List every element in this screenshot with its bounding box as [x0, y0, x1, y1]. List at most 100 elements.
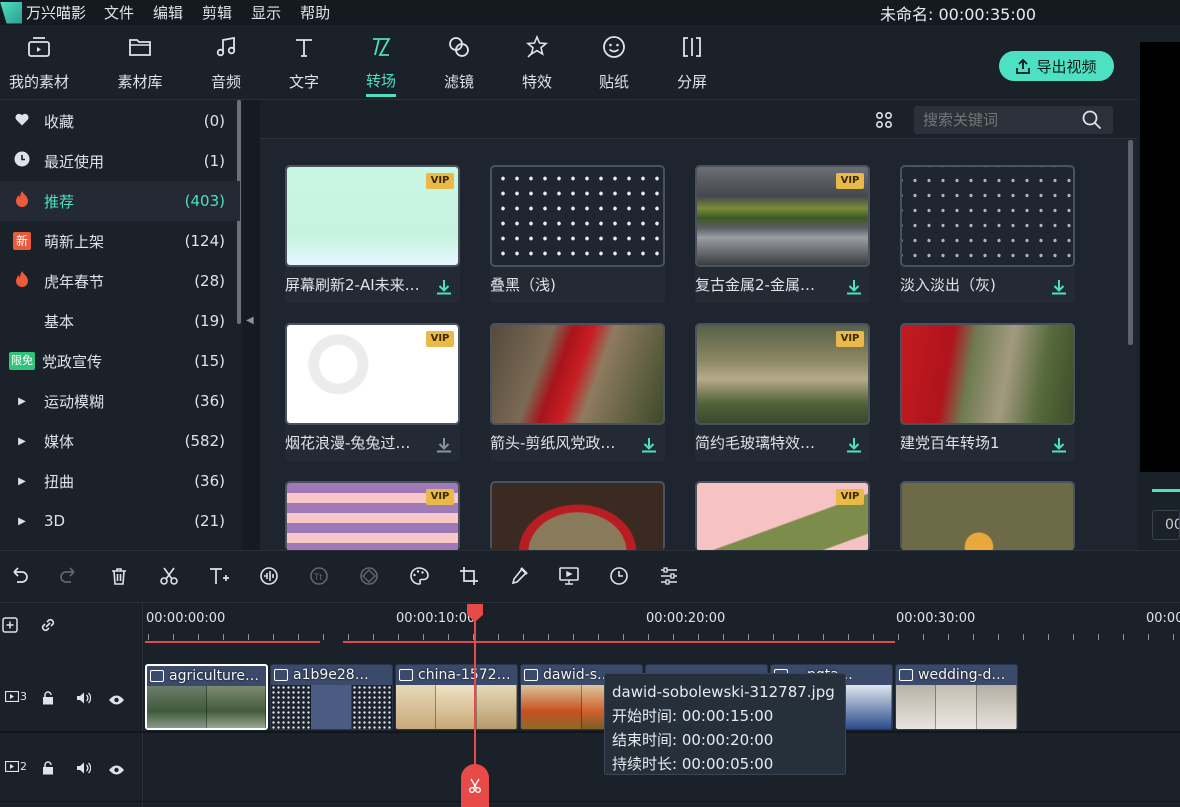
- expand-arrow-icon[interactable]: ▶: [11, 436, 33, 447]
- category-3d[interactable]: ▶ 3D (21): [0, 501, 240, 541]
- preview-timecode[interactable]: 00: [1152, 510, 1180, 540]
- text-icon: [290, 33, 318, 61]
- redo-icon[interactable]: [58, 565, 80, 587]
- crop-icon[interactable]: [458, 565, 480, 587]
- link-icon[interactable]: [38, 615, 58, 639]
- category-media[interactable]: ▶ 媒体 (582): [0, 421, 240, 461]
- playhead-cut-button[interactable]: [461, 764, 489, 807]
- category-distort[interactable]: ▶ 扭曲 (36): [0, 461, 240, 501]
- green-screen-icon[interactable]: [558, 565, 580, 587]
- category-count: (403): [184, 192, 225, 210]
- clip-name: dawid-s…: [543, 667, 612, 683]
- tab-split-screen[interactable]: 分屏: [672, 33, 712, 97]
- ruler-tick: [1098, 634, 1099, 640]
- eye-icon[interactable]: [108, 691, 125, 710]
- category-new-arrivals[interactable]: 新 萌新上架 (124): [0, 221, 240, 261]
- download-icon[interactable]: [641, 437, 657, 453]
- text-to-speech-icon: Tt: [308, 565, 330, 587]
- expand-arrow-icon[interactable]: ▶: [11, 476, 33, 487]
- delete-icon[interactable]: [108, 565, 130, 587]
- audio-mix-icon[interactable]: [258, 565, 280, 587]
- tab-stickers[interactable]: 贴纸: [594, 33, 634, 97]
- volume-icon[interactable]: [76, 690, 92, 709]
- content-scrollbar[interactable]: [1128, 140, 1133, 345]
- media-tab-bar: 我的素材 素材库 音频 文字 转场 滤镜 特效 贴纸 分屏: [0, 25, 1137, 100]
- expand-arrow-icon[interactable]: ▶: [11, 396, 33, 407]
- export-label: 导出视频: [1036, 57, 1097, 76]
- category-recommended[interactable]: 推荐 (403): [0, 181, 240, 221]
- category-count: (36): [194, 392, 225, 410]
- menu-view[interactable]: 显示: [251, 2, 281, 23]
- speed-clock-icon[interactable]: [608, 565, 630, 587]
- expand-arrow-icon[interactable]: ▶: [11, 516, 33, 527]
- transition-card[interactable]: VIP 复古金属2-金属…: [695, 165, 870, 303]
- color-picker-icon[interactable]: [508, 565, 530, 587]
- lock-icon[interactable]: [42, 690, 54, 709]
- ruler-tick: [1048, 634, 1049, 640]
- eye-icon[interactable]: [108, 761, 125, 780]
- preview-progress-bar[interactable]: [1152, 489, 1180, 492]
- menu-edit[interactable]: 编辑: [153, 2, 183, 23]
- tab-library[interactable]: 素材库: [112, 33, 168, 97]
- category-basic[interactable]: 基本 (19): [0, 301, 240, 341]
- app-logo-icon: [0, 1, 22, 24]
- grid-view-icon[interactable]: [875, 111, 893, 133]
- transition-card[interactable]: VIP: [285, 481, 460, 550]
- add-track-icon[interactable]: [0, 615, 20, 639]
- menu-file[interactable]: 文件: [104, 2, 134, 23]
- category-favorites[interactable]: 收藏 (0): [0, 101, 240, 141]
- ruler-tick: [323, 634, 324, 640]
- tab-text[interactable]: 文字: [284, 33, 324, 97]
- volume-icon[interactable]: [76, 760, 92, 779]
- timeline-clip[interactable]: a1b9e28…: [270, 664, 393, 730]
- transition-card[interactable]: [900, 481, 1075, 550]
- vip-badge: VIP: [836, 331, 864, 347]
- category-party-promo[interactable]: 限免 党政宣传 (15): [0, 341, 240, 381]
- download-icon[interactable]: [436, 279, 452, 295]
- transition-card[interactable]: VIP 简约毛玻璃特效…: [695, 323, 870, 461]
- download-icon[interactable]: [1051, 279, 1067, 295]
- category-motion-blur[interactable]: ▶ 运动模糊 (36): [0, 381, 240, 421]
- transition-title: 箭头-剪纸风党政…: [490, 434, 616, 452]
- download-icon[interactable]: [436, 437, 452, 453]
- timeline-clip[interactable]: china-1572…: [395, 664, 518, 730]
- download-icon[interactable]: [846, 437, 862, 453]
- menu-help[interactable]: 帮助: [300, 2, 330, 23]
- tab-filters[interactable]: 滤镜: [439, 33, 479, 97]
- export-video-button[interactable]: 导出视频: [999, 51, 1114, 81]
- tab-effects[interactable]: 特效: [517, 33, 557, 97]
- search-icon[interactable]: [1082, 110, 1102, 134]
- timeline-clip[interactable]: agriculture…: [145, 664, 268, 730]
- category-recent[interactable]: 最近使用 (1): [0, 141, 240, 181]
- download-icon[interactable]: [1051, 437, 1067, 453]
- timeline-clip[interactable]: wedding-d…: [895, 664, 1018, 730]
- add-text-icon[interactable]: [208, 565, 230, 587]
- menu-clip[interactable]: 剪辑: [202, 2, 232, 23]
- download-icon[interactable]: [846, 279, 862, 295]
- ruler-tick: [1023, 634, 1024, 640]
- color-palette-icon[interactable]: [408, 565, 430, 587]
- transition-card[interactable]: 淡入淡出（灰): [900, 165, 1075, 303]
- lock-icon[interactable]: [42, 760, 54, 779]
- transition-card[interactable]: VIP 烟花浪漫-兔兔过…: [285, 323, 460, 461]
- transition-card[interactable]: [490, 481, 665, 550]
- tab-audio[interactable]: 音频: [206, 33, 246, 97]
- transition-card[interactable]: 箭头-剪纸风党政…: [490, 323, 665, 461]
- ruler-timecode: 00:00:00:00: [146, 611, 226, 626]
- undo-icon[interactable]: [8, 565, 30, 587]
- adjust-sliders-icon[interactable]: [658, 565, 680, 587]
- ruler-tick: [1123, 634, 1124, 640]
- transition-card[interactable]: VIP: [695, 481, 870, 550]
- cut-icon[interactable]: [158, 565, 180, 587]
- transition-card[interactable]: 叠黑（浅): [490, 165, 665, 303]
- video-track-2: [0, 732, 1180, 802]
- tab-my-media[interactable]: 我的素材: [5, 33, 73, 97]
- tab-transitions[interactable]: 转场: [361, 33, 401, 97]
- track-label: 2: [5, 760, 27, 773]
- transition-card[interactable]: VIP 屏幕刷新2-AI未来…: [285, 165, 460, 303]
- transition-card[interactable]: 建党百年转场1: [900, 323, 1075, 461]
- clip-tooltip: dawid-sobolewski-312787.jpg 开始时间: 00:00:…: [604, 673, 846, 775]
- transition-thumbnail: [900, 323, 1075, 425]
- category-tiger-new-year[interactable]: 虎年春节 (28): [0, 261, 240, 301]
- collapse-sidebar-icon[interactable]: ◀: [246, 315, 254, 326]
